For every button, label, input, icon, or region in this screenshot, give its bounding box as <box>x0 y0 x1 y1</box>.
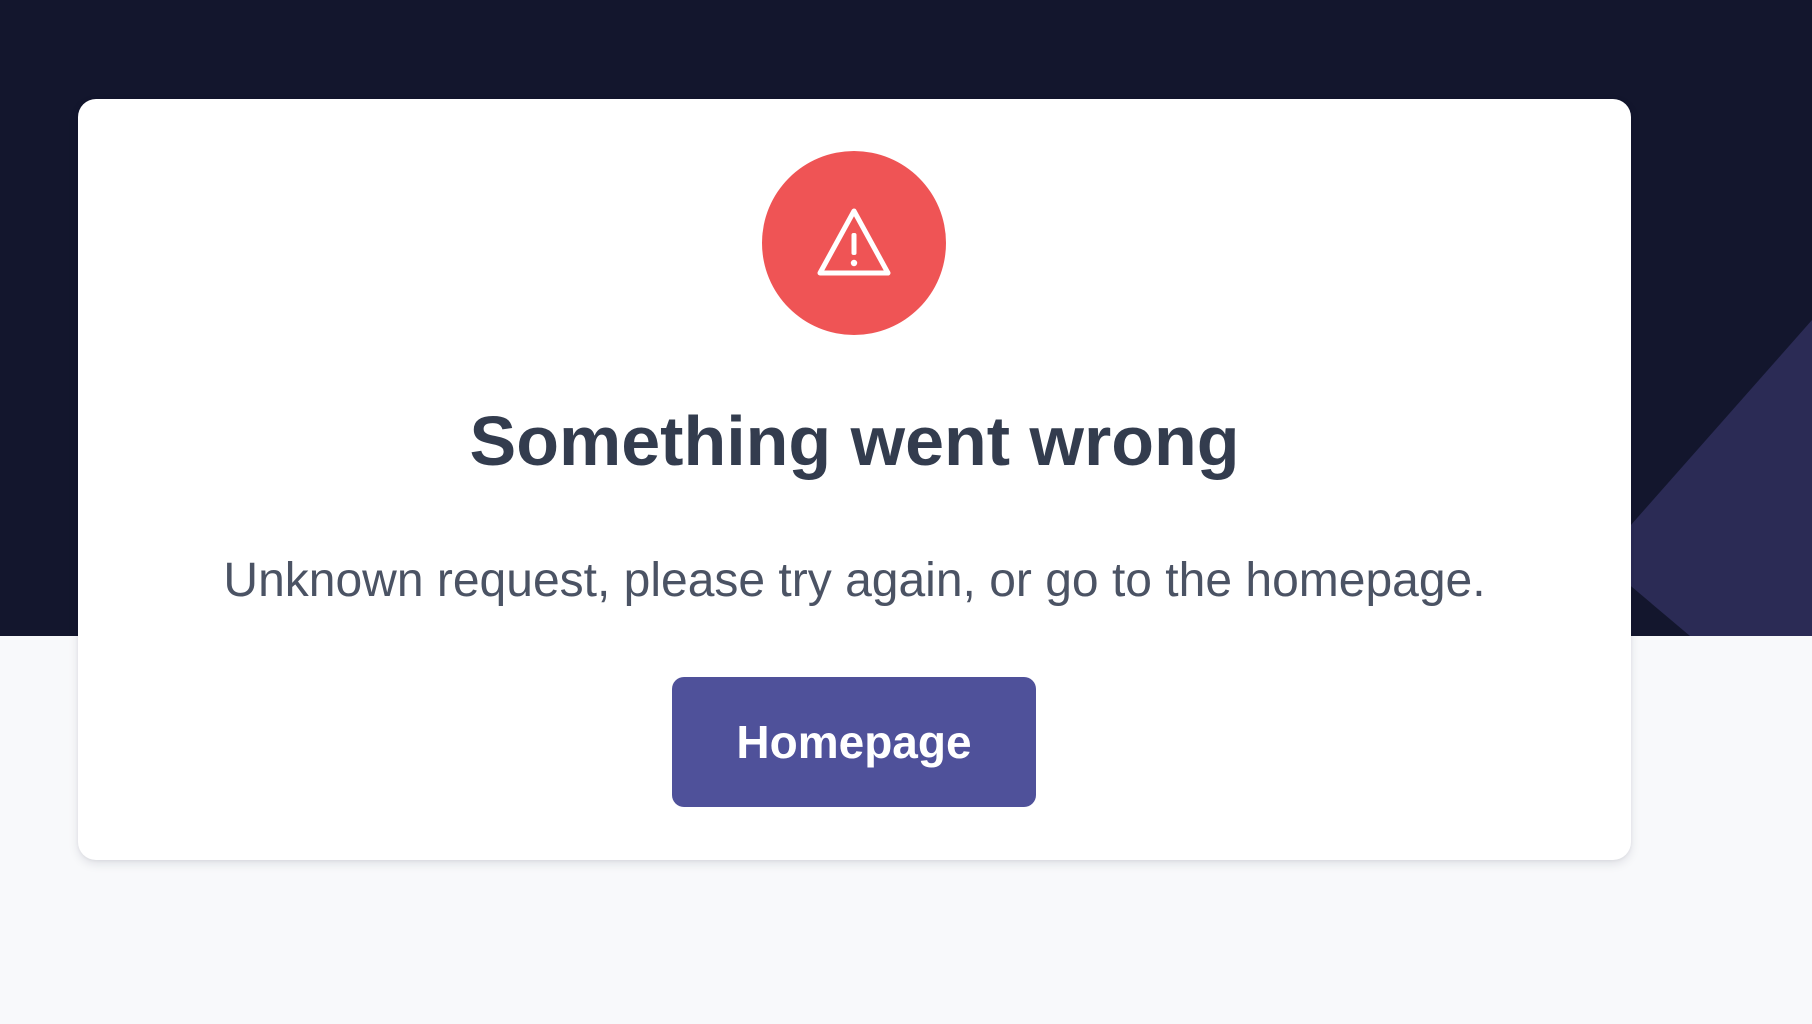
warning-badge <box>762 151 946 335</box>
error-title: Something went wrong <box>469 402 1240 480</box>
error-card: Something went wrong Unknown request, pl… <box>78 99 1631 860</box>
error-message: Unknown request, please try again, or go… <box>223 554 1486 607</box>
homepage-button[interactable]: Homepage <box>672 677 1036 807</box>
warning-triangle-icon <box>817 208 891 276</box>
